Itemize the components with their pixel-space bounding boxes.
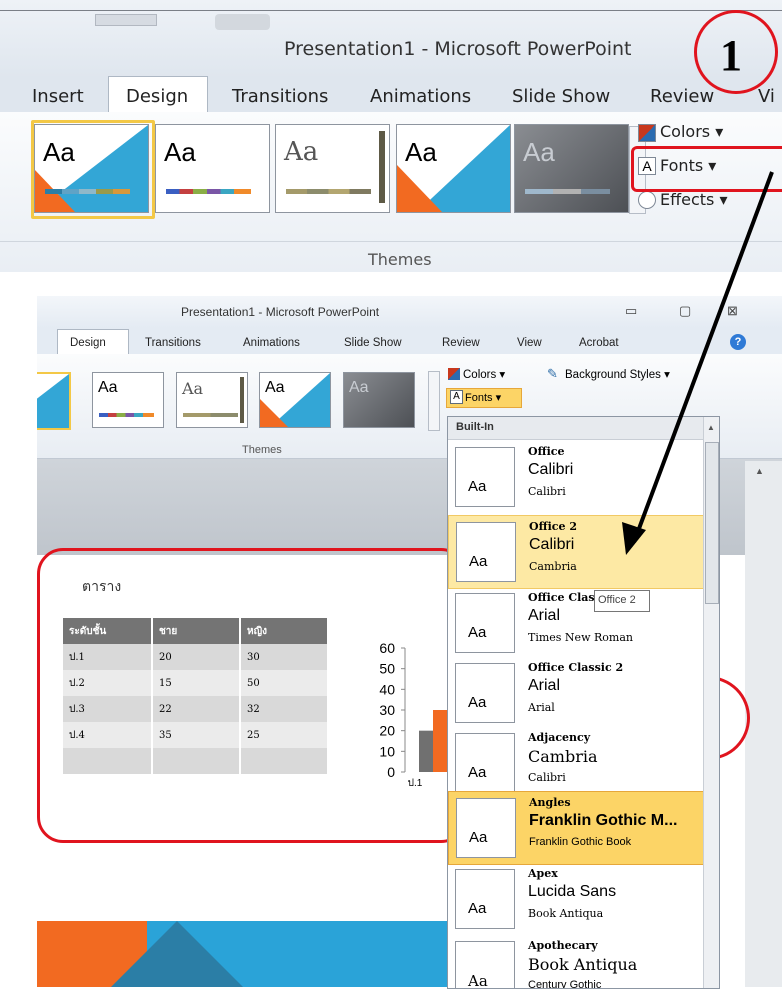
- font-sample: Aa: [456, 522, 516, 582]
- font-item-office-classic-2[interactable]: Aa Office Classic 2 Arial Arial: [448, 657, 703, 729]
- selected-theme-frame: [31, 120, 155, 219]
- theme-thumbnail-office[interactable]: [37, 372, 71, 430]
- tab-design[interactable]: Design: [126, 86, 188, 107]
- themes-group-label: Themes: [242, 444, 282, 456]
- theme-thumbnail-2[interactable]: Aa: [92, 372, 164, 428]
- colors-icon: [638, 124, 656, 142]
- fonts-icon: A: [450, 390, 463, 404]
- themes-group-label: Themes: [368, 250, 432, 269]
- table-highlight-frame: [37, 548, 467, 843]
- tab-insert[interactable]: Insert: [32, 86, 84, 107]
- tab-view[interactable]: Vi: [758, 86, 775, 107]
- font-item-office-classic[interactable]: Aa Office Clas Arial Times New Roman: [448, 587, 703, 659]
- quick-access-toolbar[interactable]: [95, 14, 157, 26]
- theme-thumbnail-3[interactable]: Aa: [275, 124, 390, 213]
- tab-review[interactable]: Review: [650, 86, 714, 107]
- font-sample: Aa: [455, 869, 515, 929]
- colors-button[interactable]: Colors ▾: [463, 367, 505, 381]
- theme-thumbnail-2[interactable]: Aa: [155, 124, 270, 213]
- theme-thumbnail-5[interactable]: Aa: [343, 372, 415, 428]
- font-sample: Aa: [455, 733, 515, 793]
- theme-thumbnail-4[interactable]: Aa: [396, 124, 511, 213]
- divider: [0, 10, 782, 11]
- window-title: Presentation1 - Microsoft PowerPoint: [284, 38, 632, 60]
- tab-transitions[interactable]: Transitions: [145, 337, 201, 349]
- font-sample: Aa: [455, 941, 515, 988]
- background-styles-icon: ✎: [547, 366, 558, 381]
- tab-slide-show[interactable]: Slide Show: [512, 86, 610, 107]
- font-item-apothecary[interactable]: Aa Apothecary Book Antiqua Century Gothi…: [448, 935, 703, 988]
- slide-decoration-triangle: [107, 921, 247, 987]
- tab-design[interactable]: Design: [70, 337, 106, 349]
- font-sample: Aa: [455, 593, 515, 653]
- window-title: Presentation1 - Microsoft PowerPoint: [181, 305, 380, 319]
- annotation-arrow: [622, 171, 774, 555]
- tooltip: Office 2: [594, 590, 650, 612]
- tab-transitions[interactable]: Transitions: [232, 86, 328, 107]
- tab-slide-show[interactable]: Slide Show: [344, 337, 402, 349]
- step-1-annotation: 1: [694, 10, 778, 94]
- font-sample: Aa: [455, 447, 515, 507]
- tab-view[interactable]: View: [517, 337, 542, 349]
- tab-animations[interactable]: Animations: [243, 337, 300, 349]
- font-item-angles[interactable]: Aa Angles Franklin Gothic M... Franklin …: [448, 791, 705, 865]
- themes-gallery-scroll[interactable]: [428, 371, 440, 431]
- fonts-button[interactable]: Fonts ▾: [465, 391, 501, 404]
- theme-thumbnail-4[interactable]: Aa: [259, 372, 331, 428]
- colors-icon: [448, 368, 460, 380]
- font-item-adjacency[interactable]: Aa Adjacency Cambria Calibri: [448, 727, 703, 799]
- quick-access-button[interactable]: [215, 14, 270, 30]
- font-sample: Aa: [456, 798, 516, 858]
- font-item-apex[interactable]: Aa Apex Lucida Sans Book Antiqua: [448, 863, 703, 935]
- theme-thumbnail-3[interactable]: Aa: [176, 372, 248, 428]
- font-sample: Aa: [455, 663, 515, 723]
- tab-animations[interactable]: Animations: [370, 86, 471, 107]
- tab-review[interactable]: Review: [442, 337, 480, 349]
- colors-button[interactable]: Colors ▾: [660, 122, 723, 141]
